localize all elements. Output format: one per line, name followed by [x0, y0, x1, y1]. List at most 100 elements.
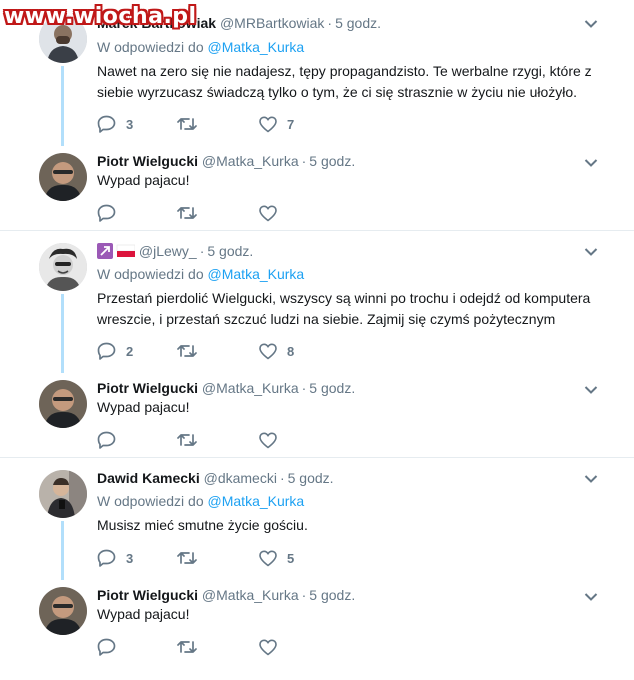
retweet-icon	[177, 641, 197, 653]
heart-icon	[259, 432, 277, 448]
heart-icon	[259, 205, 277, 221]
chevron-down-icon[interactable]	[584, 247, 598, 257]
like-count: 7	[287, 116, 295, 132]
user-handle[interactable]: @dkamecki	[204, 470, 277, 486]
avatar[interactable]	[39, 587, 87, 635]
tweet-header: Piotr Wielgucki @Matka_Kurka · 5 godz.	[97, 379, 355, 397]
user-handle[interactable]: @Matka_Kurka	[202, 587, 299, 603]
reply-icon	[97, 115, 116, 133]
retweet-icon	[177, 207, 197, 219]
tweet[interactable]: Dawid Kamecki @dkamecki · 5 godz. W odpowi…	[0, 458, 634, 580]
display-name[interactable]: Piotr Wielgucki	[97, 380, 198, 396]
retweet-button[interactable]	[177, 114, 207, 134]
chevron-down-icon[interactable]	[584, 592, 598, 602]
timestamp[interactable]: 5 godz.	[335, 15, 381, 31]
reply-to-link[interactable]: @Matka_Kurka	[208, 39, 305, 55]
avatar[interactable]	[39, 470, 87, 518]
tweet-header: Piotr Wielgucki @Matka_Kurka · 5 godz.	[97, 586, 355, 604]
separator-dot: ·	[327, 15, 333, 31]
timestamp[interactable]: 5 godz.	[288, 470, 334, 486]
reply-to-link[interactable]: @Matka_Kurka	[208, 493, 305, 509]
like-button[interactable]	[259, 430, 287, 450]
reply-icon	[97, 342, 116, 360]
timestamp[interactable]: 5 godz.	[309, 153, 355, 169]
retweet-icon	[177, 345, 197, 357]
display-name[interactable]: Piotr Wielgucki	[97, 587, 198, 603]
timestamp[interactable]: 5 godz.	[207, 243, 253, 259]
avatar[interactable]	[39, 153, 87, 201]
reply-button[interactable]: 2	[97, 341, 133, 361]
timestamp[interactable]: 5 godz.	[309, 587, 355, 603]
reply-icon	[97, 204, 116, 222]
tweet[interactable]: Piotr Wielgucki @Matka_Kurka · 5 godz. Wyp…	[0, 373, 634, 459]
chevron-down-icon[interactable]	[584, 158, 598, 168]
replying-to: W odpowiedzi do @Matka_Kurka	[97, 492, 304, 510]
tweet[interactable]: Piotr Wielgucki @Matka_Kurka · 5 godz. Wyp…	[0, 580, 634, 680]
reply-prefix: W odpowiedzi do	[97, 266, 204, 282]
reply-feed: www.wiocha.pl Marek Bartkowiak @MRBartko…	[0, 0, 634, 680]
chevron-down-icon[interactable]	[584, 474, 598, 484]
tweet[interactable]: Piotr Wielgucki @Matka_Kurka · 5 godz. Wyp…	[0, 146, 634, 232]
tweet-header: Dawid Kamecki @dkamecki · 5 godz.	[97, 469, 334, 487]
heart-icon	[259, 550, 277, 566]
timestamp[interactable]: 5 godz.	[309, 380, 355, 396]
like-count: 5	[287, 550, 295, 566]
reply-count: 2	[126, 343, 134, 359]
reply-button[interactable]	[97, 637, 126, 657]
like-count: 8	[287, 343, 295, 359]
tweet-text: Musisz mieć smutne życie gościu.	[97, 517, 308, 533]
reply-button[interactable]	[97, 430, 126, 450]
heart-icon	[259, 639, 277, 655]
retweet-button[interactable]	[177, 548, 207, 568]
reply-icon	[97, 638, 116, 656]
reply-to-link[interactable]: @Matka_Kurka	[208, 266, 305, 282]
chevron-down-icon[interactable]	[584, 19, 598, 29]
reply-count: 3	[126, 116, 134, 132]
tweet-header: @jLewy_ · 5 godz.	[97, 242, 253, 263]
like-button[interactable]: 8	[259, 341, 294, 361]
like-button[interactable]	[259, 637, 287, 657]
site-watermark: www.wiocha.pl	[4, 4, 197, 29]
tweet[interactable]: @jLewy_ · 5 godz. W odpowiedzi do @Matka_K…	[0, 231, 634, 373]
display-name[interactable]: Piotr Wielgucki	[97, 153, 198, 169]
heart-icon	[259, 116, 277, 132]
separator-dot: ·	[301, 153, 307, 169]
avatar[interactable]	[39, 243, 87, 291]
avatar[interactable]	[39, 380, 87, 428]
user-handle[interactable]: @jLewy_	[139, 243, 197, 259]
display-name[interactable]: Dawid Kamecki	[97, 470, 200, 486]
retweet-button[interactable]	[177, 341, 207, 361]
like-button[interactable]	[259, 203, 287, 223]
tweet-text: Wypad pajacu!	[97, 606, 190, 622]
like-button[interactable]: 7	[259, 114, 294, 134]
separator-dot: ·	[301, 380, 307, 396]
user-handle[interactable]: @MRBartkowiak	[220, 15, 324, 31]
separator-dot: ·	[279, 470, 285, 486]
retweet-button[interactable]	[177, 637, 207, 657]
reply-button[interactable]: 3	[97, 548, 133, 568]
retweet-icon	[177, 434, 197, 446]
reply-button[interactable]: 3	[97, 114, 133, 134]
retweet-button[interactable]	[177, 203, 207, 223]
tweet-text: Nawet na zero się nie nadajesz, tępy pro…	[97, 63, 592, 100]
retweet-button[interactable]	[177, 430, 207, 450]
replying-to: W odpowiedzi do @Matka_Kurka	[97, 38, 304, 56]
tweet-text: Wypad pajacu!	[97, 172, 190, 188]
like-button[interactable]: 5	[259, 548, 294, 568]
tweet-text: Wypad pajacu!	[97, 399, 190, 415]
reply-icon	[97, 549, 116, 567]
reply-icon	[97, 431, 116, 449]
heart-icon	[259, 343, 277, 359]
tweet-header: Piotr Wielgucki @Matka_Kurka · 5 godz.	[97, 152, 355, 170]
user-handle[interactable]: @Matka_Kurka	[202, 153, 299, 169]
thread-connector	[61, 521, 64, 580]
separator-dot: ·	[199, 243, 205, 259]
reply-prefix: W odpowiedzi do	[97, 39, 204, 55]
retweet-icon	[177, 118, 197, 130]
separator-dot: ·	[301, 587, 307, 603]
chevron-down-icon[interactable]	[584, 385, 598, 395]
reply-button[interactable]	[97, 203, 126, 223]
user-handle[interactable]: @Matka_Kurka	[202, 380, 299, 396]
replying-to: W odpowiedzi do @Matka_Kurka	[97, 265, 304, 283]
reply-prefix: W odpowiedzi do	[97, 493, 204, 509]
